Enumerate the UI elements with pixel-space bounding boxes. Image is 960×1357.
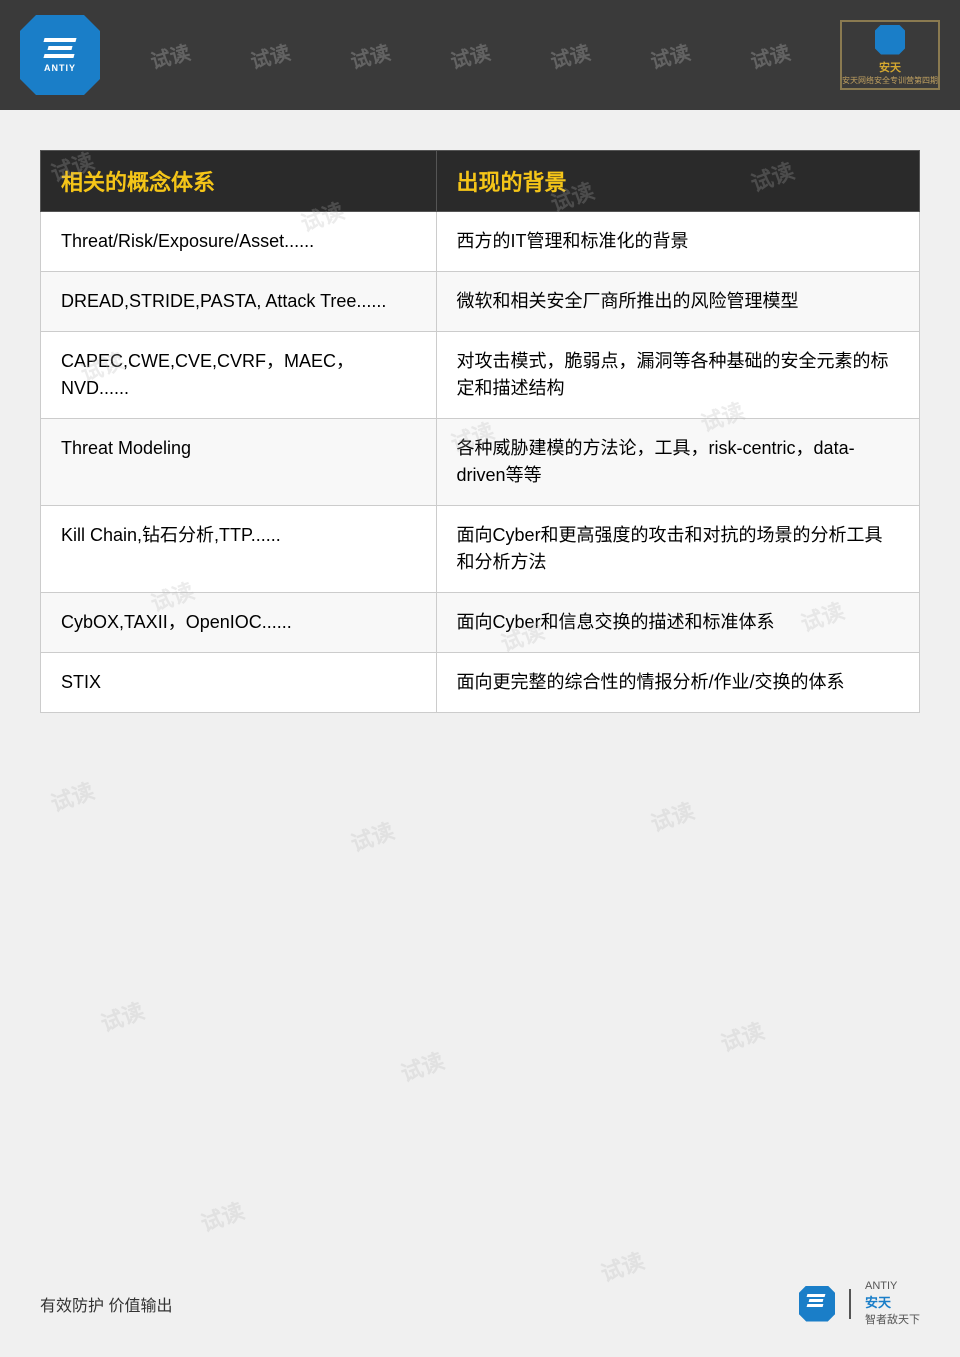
logo-text: ANTIY <box>44 63 76 73</box>
header-wm-6: 试读 <box>647 36 693 74</box>
table-row: CAPEC,CWE,CVE,CVRF，MAEC，NVD......对攻击模式，脆… <box>41 332 920 419</box>
table-cell-left-3: Threat Modeling <box>41 419 437 506</box>
table-cell-right-3: 各种威胁建模的方法论，工具，risk-centric，data-driven等等 <box>436 419 919 506</box>
table-cell-right-5: 面向Cyber和信息交换的描述和标准体系 <box>436 593 919 653</box>
header-watermarks: 试读 试读 试读 试读 试读 试读 试读 <box>100 41 840 70</box>
wm-13: 试读 <box>646 793 698 838</box>
footer: 有效防护 价值输出 ANTIY 安天 智者敌天下 <box>0 1280 960 1327</box>
brand-sub: 安天网络安全专训营第四期 <box>842 75 938 86</box>
footer-brand-text: 安天 <box>865 1292 891 1311</box>
header-wm-1: 试读 <box>147 36 193 74</box>
header-wm-5: 试读 <box>547 36 593 74</box>
wm-15: 试读 <box>396 1043 448 1088</box>
footer-divider <box>849 1289 851 1319</box>
brand-name: 安天 <box>879 59 901 75</box>
table-cell-left-6: STIX <box>41 653 437 713</box>
wm-16: 试读 <box>716 1013 768 1058</box>
table-cell-left-1: DREAD,STRIDE,PASTA, Attack Tree...... <box>41 272 437 332</box>
wm-12: 试读 <box>346 813 398 858</box>
col1-header: 相关的概念体系 <box>41 151 437 212</box>
table-row: Kill Chain,钻石分析,TTP......面向Cyber和更高强度的攻击… <box>41 506 920 593</box>
table-cell-left-5: CybOX,TAXII，OpenIOC...... <box>41 593 437 653</box>
footer-brand: ANTIY 安天 智者敌天下 <box>799 1280 920 1327</box>
footer-brand-logo <box>799 1286 835 1322</box>
wm-14: 试读 <box>96 993 148 1038</box>
table-cell-right-2: 对攻击模式，脆弱点，漏洞等各种基础的安全元素的标定和描述结构 <box>436 332 919 419</box>
header-wm-7: 试读 <box>747 36 793 74</box>
table-cell-right-1: 微软和相关安全厂商所推出的风险管理模型 <box>436 272 919 332</box>
concept-table: 相关的概念体系 出现的背景 Threat/Risk/Exposure/Asset… <box>40 150 920 713</box>
table-cell-right-4: 面向Cyber和更高强度的攻击和对抗的场景的分析工具和分析方法 <box>436 506 919 593</box>
footer-brand-tagline: 智者敌天下 <box>865 1311 920 1327</box>
wm-17: 试读 <box>196 1193 248 1238</box>
col2-header: 出现的背景 <box>436 151 919 212</box>
table-row: Threat/Risk/Exposure/Asset......西方的IT管理和… <box>41 212 920 272</box>
table-row: STIX面向更完整的综合性的情报分析/作业/交换的体系 <box>41 653 920 713</box>
table-cell-left-2: CAPEC,CWE,CVE,CVRF，MAEC，NVD...... <box>41 332 437 419</box>
table-row: Threat Modeling各种威胁建模的方法论，工具，risk-centri… <box>41 419 920 506</box>
antiy-label: ANTIY <box>865 1280 897 1292</box>
header-brand: 安天 安天网络安全专训营第四期 <box>840 20 940 90</box>
table-cell-left-0: Threat/Risk/Exposure/Asset...... <box>41 212 437 272</box>
table-cell-left-4: Kill Chain,钻石分析,TTP...... <box>41 506 437 593</box>
main-content: 相关的概念体系 出现的背景 Threat/Risk/Exposure/Asset… <box>0 110 960 753</box>
wm-11: 试读 <box>46 773 98 818</box>
header: ANTIY 试读 试读 试读 试读 试读 试读 试读 安天 安天网络安全专训营第… <box>0 0 960 110</box>
header-wm-2: 试读 <box>247 36 293 74</box>
antiy-logo: ANTIY <box>20 15 100 95</box>
footer-slogan: 有效防护 价值输出 <box>40 1292 172 1316</box>
header-wm-3: 试读 <box>347 36 393 74</box>
table-cell-right-0: 西方的IT管理和标准化的背景 <box>436 212 919 272</box>
table-row: DREAD,STRIDE,PASTA, Attack Tree......微软和… <box>41 272 920 332</box>
brand-logo-small <box>875 25 905 55</box>
table-cell-right-6: 面向更完整的综合性的情报分析/作业/交换的体系 <box>436 653 919 713</box>
table-row: CybOX,TAXII，OpenIOC......面向Cyber和信息交换的描述… <box>41 593 920 653</box>
header-wm-4: 试读 <box>447 36 493 74</box>
